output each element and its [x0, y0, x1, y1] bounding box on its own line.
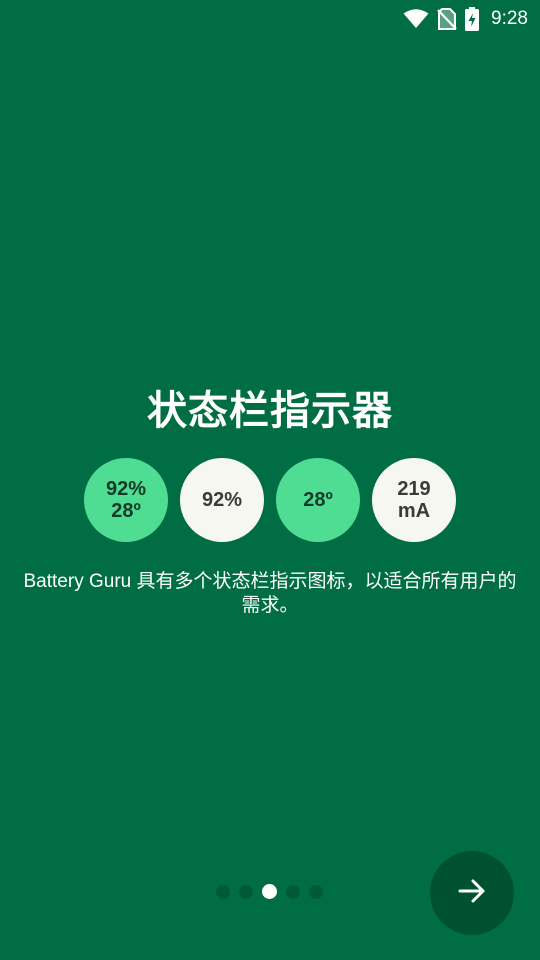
- indicator-line1: 28º: [303, 489, 333, 511]
- status-icons: 9:28: [403, 7, 528, 31]
- indicator-percent-temp: 92% 28º: [84, 458, 168, 542]
- page-dot-active: [262, 884, 277, 899]
- indicator-line1: 92%: [201, 489, 243, 511]
- wifi-icon: [403, 9, 429, 29]
- indicator-line1: 92%: [105, 478, 147, 500]
- indicator-previews: 92% 28º 92% 28º 219 mA: [0, 458, 540, 542]
- page-indicator: [216, 884, 323, 899]
- next-button[interactable]: [430, 851, 514, 935]
- no-sim-icon: [437, 8, 457, 30]
- indicator-percent: 92%: [180, 458, 264, 542]
- battery-charging-icon: [465, 7, 480, 31]
- onboarding-screen: 9:28 状态栏指示器 92% 28º 92% 28º 219 mA Batte…: [0, 0, 540, 960]
- status-bar: 9:28: [0, 0, 540, 36]
- indicator-line1: 219: [397, 478, 431, 500]
- page-dot: [309, 884, 323, 899]
- page-dot: [286, 884, 300, 899]
- page-title: 状态栏指示器: [147, 388, 393, 434]
- indicator-current: 219 mA: [372, 458, 456, 542]
- description-text: Battery Guru 具有多个状态栏指示图标，以适合所有用户的需求。: [23, 571, 517, 616]
- status-time: 9:28: [491, 8, 528, 29]
- indicator-line2: mA: [397, 500, 431, 522]
- indicator-line2: 28º: [111, 500, 141, 522]
- page-dot: [239, 884, 253, 899]
- page-dot: [216, 884, 230, 899]
- arrow-right-icon: [457, 876, 487, 910]
- indicator-temperature: 28º: [276, 458, 360, 542]
